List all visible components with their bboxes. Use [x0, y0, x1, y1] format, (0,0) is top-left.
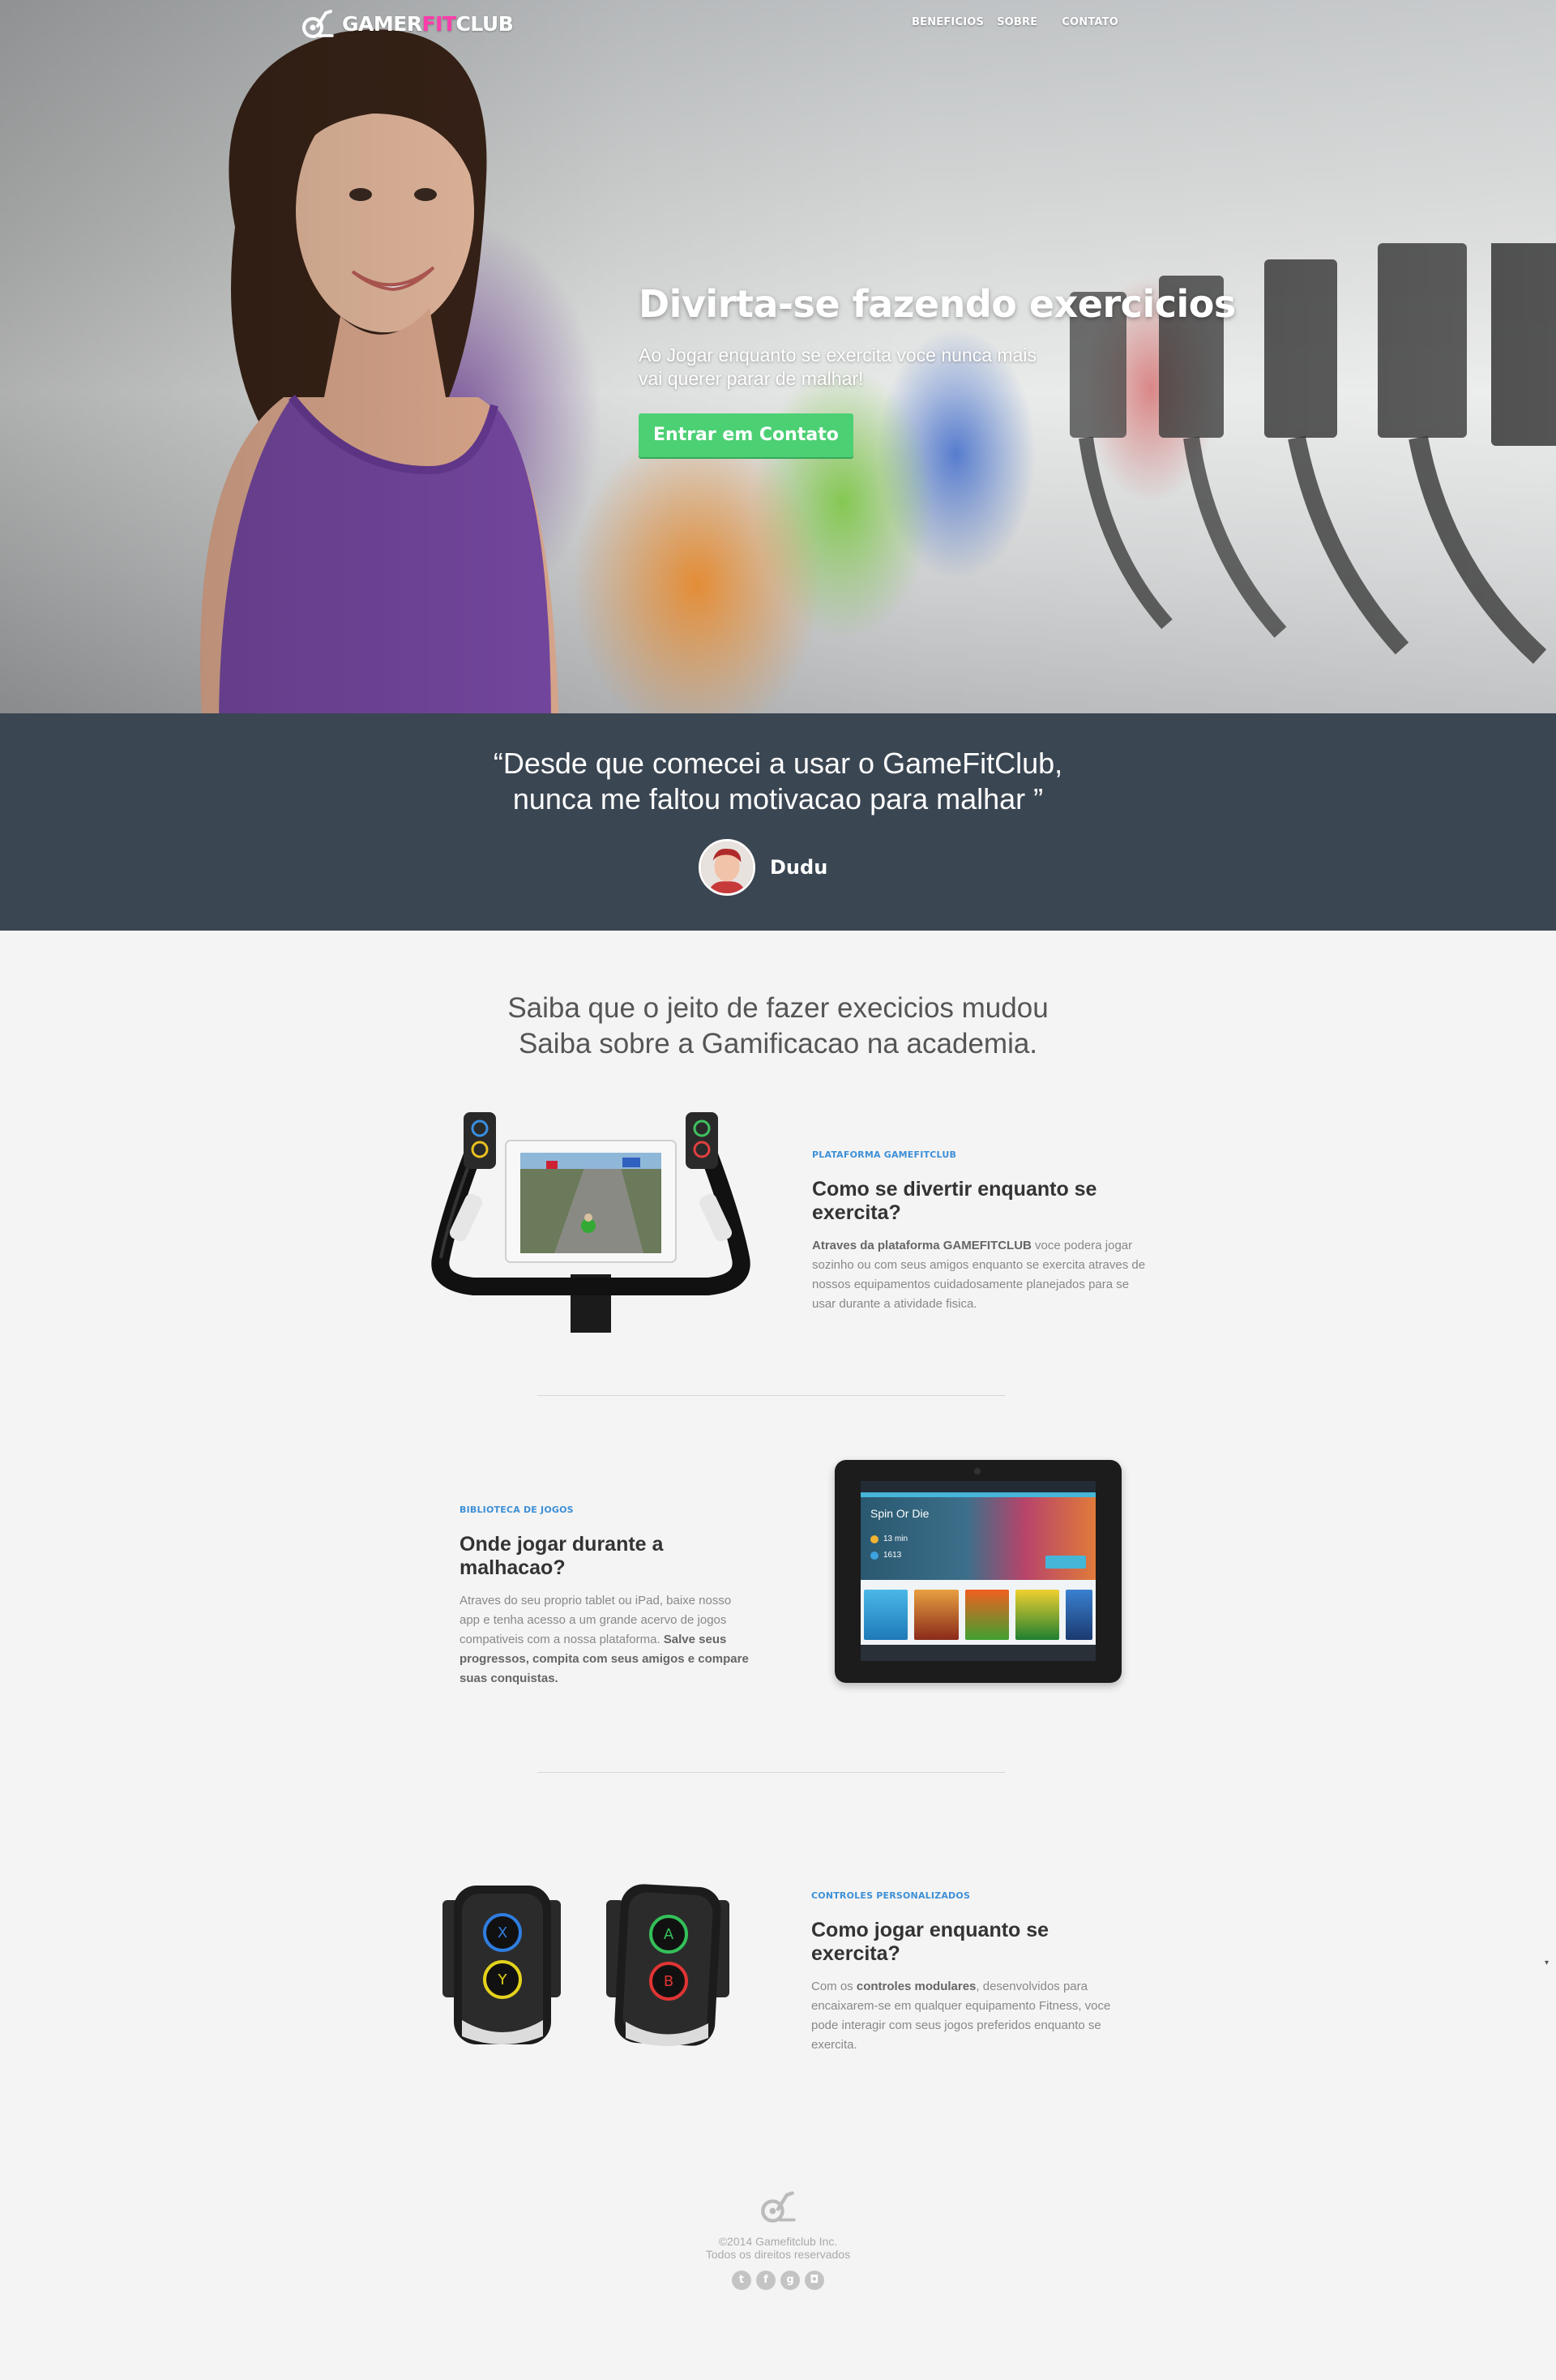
- hero-copy: Divirta-se fazendo exercicios Ao Jogar e…: [639, 282, 1255, 457]
- hero-subtitle: Ao Jogar enquanto se exercita voce nunca…: [639, 345, 1037, 389]
- controller-button-b: B: [664, 1973, 673, 1990]
- social-links: t f g ◘: [0, 2271, 1556, 2290]
- app-game-banner: Spin Or Die 13 min 1613: [861, 1492, 1096, 1580]
- tablet-camera: [974, 1468, 981, 1475]
- rights-text: Todos os direitos reservados: [705, 2248, 851, 2261]
- top-navbar: GAMERFITCLUB BENEFICIOS SOBRE CONTATO: [0, 0, 1556, 49]
- facebook-icon[interactable]: f: [756, 2271, 776, 2290]
- feature-text: Atraves da plataforma GAMEFITCLUB voce p…: [812, 1239, 1146, 1311]
- feature-title: Como jogar enquanto se exercita?: [811, 1919, 1049, 1965]
- main-nav: BENEFICIOS SOBRE CONTATO: [912, 16, 1118, 28]
- tablet-app-image: Spin Or Die 13 min 1613: [835, 1460, 1122, 1683]
- brand-logo[interactable]: GAMERFITCLUB: [301, 8, 514, 39]
- feature-controllers: CONTROLES PERSONALIZADOS Como jogar enqu…: [811, 1890, 1119, 2055]
- avatar-portrait-icon: [701, 841, 753, 893]
- hero-title: Divirta-se fazendo exercicios: [639, 282, 1236, 326]
- nav-link-contato[interactable]: CONTATO: [1062, 16, 1118, 28]
- bike-handlebar-tablet-image: [431, 1112, 750, 1333]
- app-tab-bar: [861, 1645, 1096, 1661]
- feature-platform: PLATAFORMA GAMEFITCLUB Como se divertir …: [812, 1149, 1152, 1314]
- testimonial-quote: “Desde que comecei a usar o GameFitClub,…: [0, 746, 1556, 817]
- tablet-screen: Spin Or Die 13 min 1613: [861, 1481, 1096, 1661]
- controller-button-a: A: [664, 1926, 674, 1943]
- feature-label: BIBLIOTECA DE JOGOS: [460, 1505, 574, 1515]
- elliptical-bike-icon: [302, 10, 334, 38]
- instagram-icon[interactable]: ◘: [805, 2271, 824, 2290]
- app-score-row: 1613: [870, 1551, 901, 1560]
- brand-name: GAMERFITCLUB: [342, 11, 514, 36]
- testimonial-author: Dudu: [699, 839, 827, 896]
- google-plus-icon[interactable]: g: [780, 2271, 800, 2290]
- section-divider: [537, 1395, 1005, 1396]
- copyright-text: ©2014 Gamefitclub Inc.: [718, 2235, 838, 2248]
- author-avatar: [699, 839, 755, 896]
- scroll-indicator-icon[interactable]: ▾: [1545, 1958, 1551, 1967]
- app-play-button[interactable]: [1045, 1556, 1086, 1569]
- modular-controllers-image: X Y A B: [442, 1884, 729, 2046]
- feature-text: Atraves do seu proprio tablet ou iPad, b…: [460, 1594, 749, 1685]
- game-thumbnail[interactable]: [964, 1590, 1010, 1640]
- footer-logo-icon: [761, 2191, 796, 2223]
- feature-title: Como se divertir enquanto se exercita?: [812, 1178, 1097, 1224]
- app-score-value: 1613: [883, 1551, 902, 1560]
- intro-line: Saiba que o jeito de fazer execicios mud…: [507, 992, 1049, 1024]
- score-icon: [870, 1551, 878, 1560]
- section-intro-heading: Saiba que o jeito de fazer execicios mud…: [0, 991, 1556, 1062]
- controller-button-y: Y: [498, 1971, 508, 1988]
- app-game-thumbnails: [864, 1590, 1092, 1640]
- testimonial-quote-line: nunca me faltou motivacao para malhar ”: [512, 782, 1044, 815]
- game-thumbnail[interactable]: [1015, 1590, 1060, 1640]
- testimonial-quote-line: “Desde que comecei a usar o GameFitClub,: [493, 747, 1063, 780]
- game-thumbnail[interactable]: [864, 1590, 908, 1640]
- testimonial-section: “Desde que comecei a usar o GameFitClub,…: [0, 713, 1556, 931]
- app-time-value: 13 min: [883, 1535, 908, 1543]
- nav-link-sobre[interactable]: SOBRE: [997, 16, 1037, 28]
- footer: ©2014 Gamefitclub Inc. Todos os direitos…: [0, 2189, 1556, 2290]
- nav-link-beneficios[interactable]: BENEFICIOS: [912, 16, 984, 28]
- feature-game-library: BIBLIOTECA DE JOGOS Onde jogar durante a…: [460, 1505, 751, 1689]
- app-game-title: Spin Or Die: [870, 1507, 930, 1520]
- controller-button-x: X: [498, 1924, 507, 1941]
- clock-icon: [870, 1535, 878, 1543]
- hero-section: GAMERFITCLUB BENEFICIOS SOBRE CONTATO Di…: [0, 0, 1556, 713]
- twitter-icon[interactable]: t: [732, 2271, 751, 2290]
- feature-title: Onde jogar durante a malhacao?: [460, 1533, 664, 1579]
- feature-label: CONTROLES PERSONALIZADOS: [811, 1890, 971, 1901]
- game-thumbnail[interactable]: [1066, 1590, 1092, 1640]
- contact-cta-button[interactable]: Entrar em Contato: [639, 413, 853, 457]
- game-thumbnail[interactable]: [914, 1590, 959, 1640]
- app-status-bar: [861, 1481, 1096, 1492]
- footer-copyright: ©2014 Gamefitclub Inc. Todos os direitos…: [0, 2235, 1556, 2261]
- feature-text: Com os controles modulares, desenvolvido…: [811, 1980, 1111, 2052]
- section-divider: [537, 1772, 1005, 1773]
- intro-line: Saiba sobre a Gamificacao na academia.: [518, 1028, 1038, 1059]
- app-time-row: 13 min: [870, 1535, 908, 1543]
- author-name: Dudu: [770, 856, 828, 879]
- feature-label: PLATAFORMA GAMEFITCLUB: [812, 1149, 957, 1160]
